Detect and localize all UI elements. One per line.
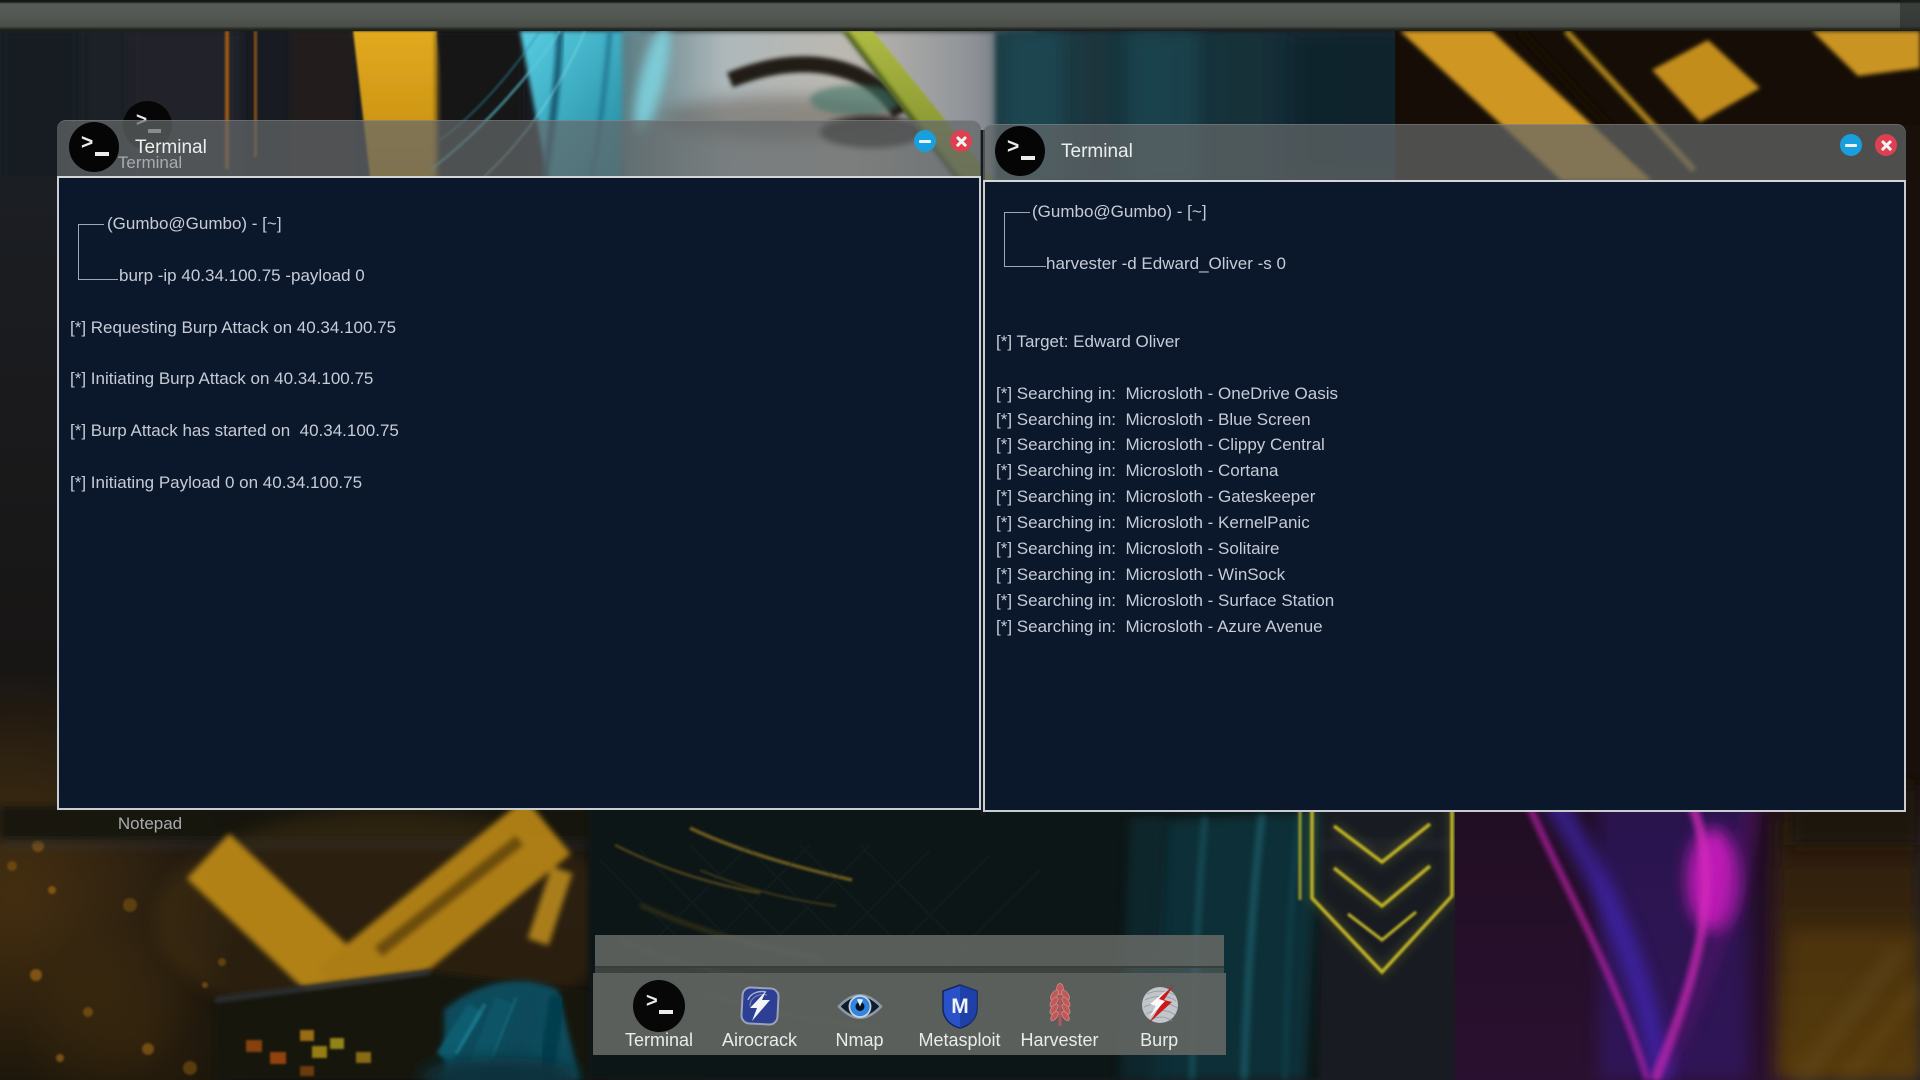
svg-text:M: M xyxy=(951,995,969,1018)
